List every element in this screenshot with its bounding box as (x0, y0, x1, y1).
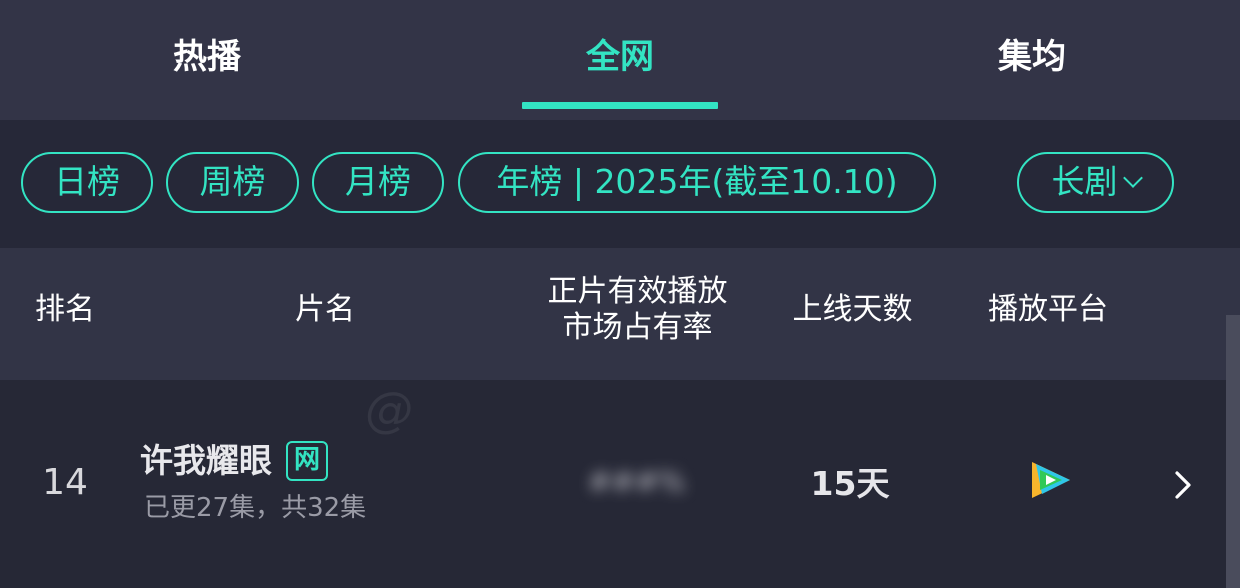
column-header-market-share-line2: 市场占有率 (562, 310, 713, 345)
column-header-days-online: 上线天数 (792, 292, 913, 327)
row-show-title: 许我耀眼 (140, 441, 272, 480)
chevron-down-icon (1122, 168, 1143, 188)
column-header-rank: 排名 (35, 292, 95, 327)
row-episode-status: 已更27集，共32集 (144, 493, 367, 523)
active-tab-indicator (522, 102, 718, 109)
tab-per-episode[interactable]: 集均 (932, 32, 1132, 82)
row-days-online: 15天 (810, 464, 890, 503)
column-header-platform: 播放平台 (988, 292, 1108, 327)
category-dropdown[interactable]: 长剧 (1017, 152, 1174, 213)
filter-monthly-button[interactable]: 月榜 (312, 152, 444, 213)
column-header-market-share-line1: 正片有效播放 (547, 274, 728, 309)
filter-yearly-button[interactable]: 年榜 | 2025年(截至10.10) (458, 152, 936, 213)
scrollbar[interactable] (1226, 315, 1240, 588)
tencent-video-icon (1032, 462, 1070, 498)
column-header-title: 片名 (295, 292, 355, 327)
tab-hot[interactable]: 热播 (107, 32, 307, 82)
filter-weekly-button[interactable]: 周榜 (166, 152, 299, 213)
column-header-market-share: 正片有效播放 市场占有率 (530, 274, 745, 346)
top-tab-bar: 热播 全网 集均 (0, 0, 1240, 120)
watermark-logo: @ (365, 382, 413, 438)
chevron-right-icon[interactable] (1170, 470, 1196, 500)
filter-bar: 日榜 周榜 月榜 年榜 | 2025年(截至10.10) 长剧 (0, 120, 1240, 248)
web-drama-badge: 网 (286, 441, 328, 481)
filter-daily-button[interactable]: 日榜 (21, 152, 153, 213)
row-rank: 14 (42, 462, 88, 503)
row-market-share-blurred: ###% (588, 465, 685, 498)
category-dropdown-label: 长剧 (1051, 162, 1118, 201)
tab-all-network[interactable]: 全网 (520, 32, 720, 82)
